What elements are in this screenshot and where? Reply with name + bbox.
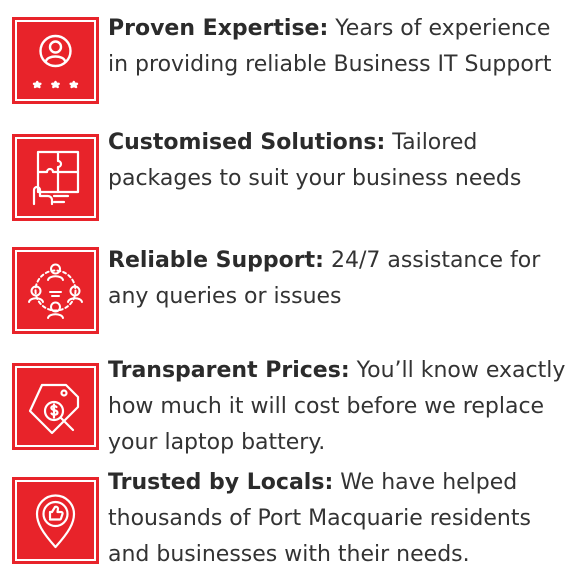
- feature-title: Trusted by Locals:: [108, 470, 334, 495]
- location-thumbs-up-icon: [12, 477, 99, 564]
- feature-title: Proven Expertise:: [108, 16, 329, 41]
- feature-text: Transparent Prices: You’ll know exactly …: [108, 353, 567, 461]
- expert-rating-icon: [12, 17, 99, 104]
- feature-title: Reliable Support:: [108, 248, 324, 273]
- feature-title: Customised Solutions:: [108, 130, 386, 155]
- feature-text: Customised Solutions: Tailored packages …: [108, 125, 567, 197]
- feature-text: Reliable Support: 24/7 assistance for an…: [108, 243, 567, 315]
- puzzle-hand-icon: [12, 134, 99, 221]
- features-list: Proven Expertise: Years of experience in…: [0, 0, 573, 574]
- feature-text: Proven Expertise: Years of experience in…: [108, 11, 567, 83]
- feature-title: Transparent Prices:: [108, 358, 350, 383]
- feature-text: Trusted by Locals: We have helped thousa…: [108, 465, 567, 573]
- team-network-icon: [12, 247, 99, 334]
- price-tag-search-icon: [12, 363, 99, 450]
